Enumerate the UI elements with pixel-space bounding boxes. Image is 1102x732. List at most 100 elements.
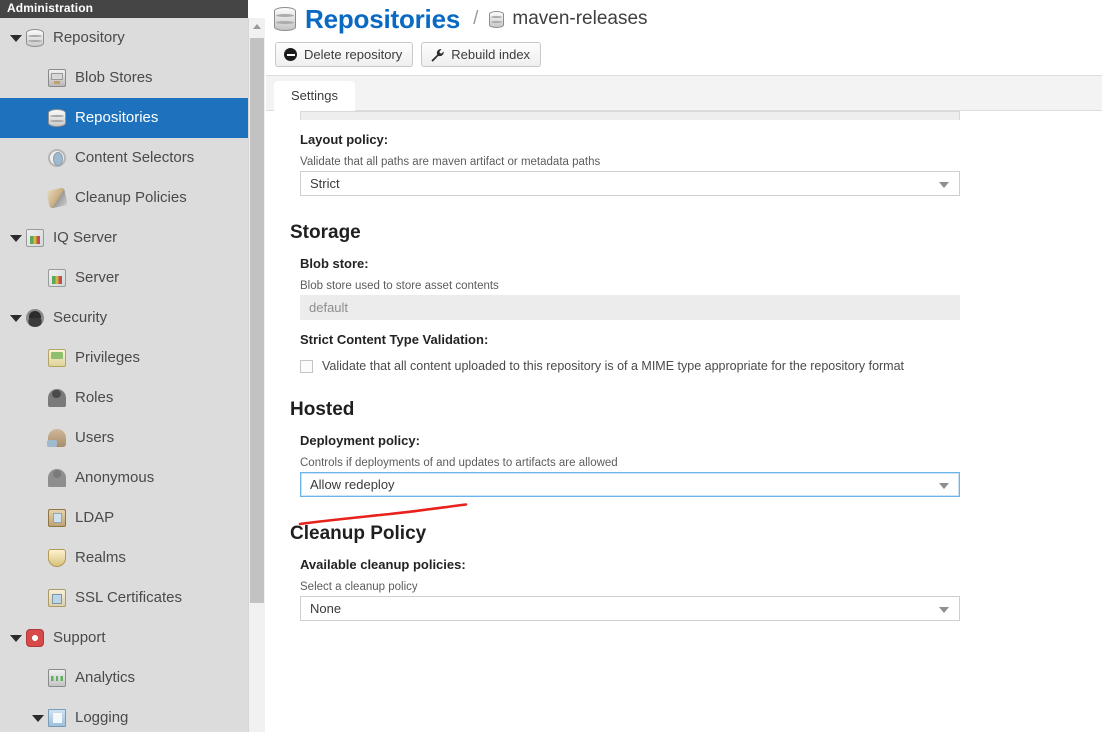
database-icon xyxy=(26,29,44,47)
wrench-icon xyxy=(430,48,444,62)
repository-database-icon xyxy=(489,10,505,28)
layout-policy-value: Strict xyxy=(310,176,340,191)
deployment-policy-label: Deployment policy: xyxy=(300,433,420,448)
tab-bar: Settings xyxy=(266,75,1102,112)
sidebar-item-anonymous[interactable]: Anonymous xyxy=(0,458,248,498)
ssl-icon xyxy=(48,589,66,607)
partial-field-above xyxy=(300,111,960,120)
security-icon xyxy=(26,309,44,327)
sidebar-item-security[interactable]: Security xyxy=(0,298,248,338)
repositories-database-icon xyxy=(274,7,296,31)
sidebar: Administration Repository Blob Stores Repo… xyxy=(0,0,248,732)
cleanup-policy-group: Available cleanup policies: Select a cle… xyxy=(300,557,1102,621)
layout-policy-label: Layout policy: xyxy=(300,132,389,147)
sidebar-item-label: Users xyxy=(75,429,115,446)
sidebar-item-label: SSL Certificates xyxy=(75,589,182,606)
sidebar-item-label: Cleanup Policies xyxy=(75,189,187,206)
settings-form: Layout policy: Validate that all paths a… xyxy=(266,111,1102,722)
blob-store-text: default xyxy=(309,300,349,315)
sidebar-item-users[interactable]: Users xyxy=(0,418,248,458)
sidebar-item-roles[interactable]: Roles xyxy=(0,378,248,418)
sidebar-item-label: IQ Server xyxy=(53,229,118,246)
tab-settings[interactable]: Settings xyxy=(274,81,355,112)
sidebar-item-label: Support xyxy=(53,629,106,646)
sidebar-item-logging[interactable]: Logging xyxy=(0,698,248,732)
deployment-policy-group: Deployment policy: Controls if deploymen… xyxy=(300,433,1102,497)
hosted-heading: Hosted xyxy=(290,399,355,420)
sidebar-nav-list: Repository Blob Stores Repositories Content… xyxy=(0,18,248,732)
layout-policy-select[interactable]: Strict xyxy=(300,171,960,196)
cleanup-policy-label: Available cleanup policies: xyxy=(300,557,466,572)
scrollbar-thumb[interactable] xyxy=(250,38,264,603)
chevron-down-icon xyxy=(939,182,949,188)
sidebar-item-label: Security xyxy=(53,309,108,326)
analytics-icon xyxy=(48,669,66,687)
sidebar-item-analytics[interactable]: Analytics xyxy=(0,658,248,698)
cleanup-policy-heading: Cleanup Policy xyxy=(290,523,427,544)
breadcrumb-subtitle: maven-releases xyxy=(512,8,648,29)
sidebar-item-support[interactable]: Support xyxy=(0,618,248,658)
sidebar-item-realms[interactable]: Realms xyxy=(0,538,248,578)
chevron-down-icon xyxy=(939,607,949,613)
breadcrumb-title[interactable]: Repositories xyxy=(305,4,460,35)
sidebar-item-label: Realms xyxy=(75,549,126,566)
expand-triangle-icon[interactable] xyxy=(8,310,24,326)
sidebar-item-repository[interactable]: Repository xyxy=(0,18,248,58)
chevron-down-icon xyxy=(939,483,949,489)
administration-header: Administration xyxy=(0,0,248,18)
layout-policy-hint: Validate that all paths are maven artifa… xyxy=(300,156,601,168)
sidebar-item-content-selectors[interactable]: Content Selectors xyxy=(0,138,248,178)
expand-triangle-icon[interactable] xyxy=(8,630,24,646)
sidebar-scrollbar[interactable] xyxy=(248,18,265,732)
main-panel: Repositories / maven-releases Delete rep… xyxy=(266,0,1102,732)
brush-icon xyxy=(46,187,68,209)
sidebar-item-ldap[interactable]: LDAP xyxy=(0,498,248,538)
sidebar-item-label: LDAP xyxy=(75,509,115,526)
rebuild-index-button[interactable]: Rebuild index xyxy=(421,42,542,67)
sidebar-item-iq-server[interactable]: IQ Server xyxy=(0,218,248,258)
expand-triangle-icon[interactable] xyxy=(8,230,24,246)
sidebar-item-blob-stores[interactable]: Blob Stores xyxy=(0,58,248,98)
support-icon xyxy=(26,629,44,647)
ldap-icon xyxy=(48,509,66,527)
blob-store-hint: Blob store used to store asset contents xyxy=(300,280,499,292)
selector-icon xyxy=(48,149,66,167)
delete-repository-button[interactable]: Delete repository xyxy=(275,42,414,67)
sidebar-item-label: Logging xyxy=(75,709,129,726)
strict-content-checkbox-label: Validate that all content uploaded to th… xyxy=(322,359,905,373)
cleanup-policy-select[interactable]: None xyxy=(300,596,960,621)
sidebar-item-label: Content Selectors xyxy=(75,149,195,166)
breadcrumb: Repositories / maven-releases xyxy=(266,0,1102,36)
iq-server-icon xyxy=(26,229,44,247)
sidebar-item-label: Anonymous xyxy=(75,469,155,486)
sidebar-item-label: Repository xyxy=(53,29,125,46)
sidebar-item-repositories[interactable]: Repositories xyxy=(0,98,248,138)
delete-circle-minus-icon xyxy=(284,48,297,61)
database-icon xyxy=(48,109,66,127)
sidebar-item-label: Repositories xyxy=(75,109,159,126)
strict-content-label: Strict Content Type Validation: xyxy=(300,332,489,347)
strict-content-row: Validate that all content uploaded to th… xyxy=(300,359,1102,373)
storage-heading: Storage xyxy=(290,222,361,243)
rebuild-index-label: Rebuild index xyxy=(451,47,531,62)
strict-content-checkbox[interactable] xyxy=(300,360,313,373)
sidebar-item-label: Roles xyxy=(75,389,114,406)
sidebar-item-server[interactable]: Server xyxy=(0,258,248,298)
blob-store-label: Blob store: xyxy=(300,256,369,271)
logging-icon xyxy=(48,709,66,727)
sidebar-item-cleanup-policies[interactable]: Cleanup Policies xyxy=(0,178,248,218)
deployment-policy-value: Allow redeploy xyxy=(310,477,395,492)
expand-triangle-icon[interactable] xyxy=(8,30,24,46)
privileges-icon xyxy=(48,349,66,367)
expand-triangle-icon[interactable] xyxy=(30,710,46,726)
sidebar-item-label: Privileges xyxy=(75,349,141,366)
action-button-bar: Delete repository Rebuild index xyxy=(266,42,1102,67)
roles-icon xyxy=(48,389,66,407)
sidebar-item-ssl-certificates[interactable]: SSL Certificates xyxy=(0,578,248,618)
deployment-policy-hint: Controls if deployments of and updates t… xyxy=(300,457,618,469)
sidebar-item-privileges[interactable]: Privileges xyxy=(0,338,248,378)
scroll-up-arrow-icon[interactable] xyxy=(249,18,265,35)
deployment-policy-select[interactable]: Allow redeploy xyxy=(300,472,960,497)
sidebar-item-label: Analytics xyxy=(75,669,136,686)
blob-store-icon xyxy=(48,69,66,87)
